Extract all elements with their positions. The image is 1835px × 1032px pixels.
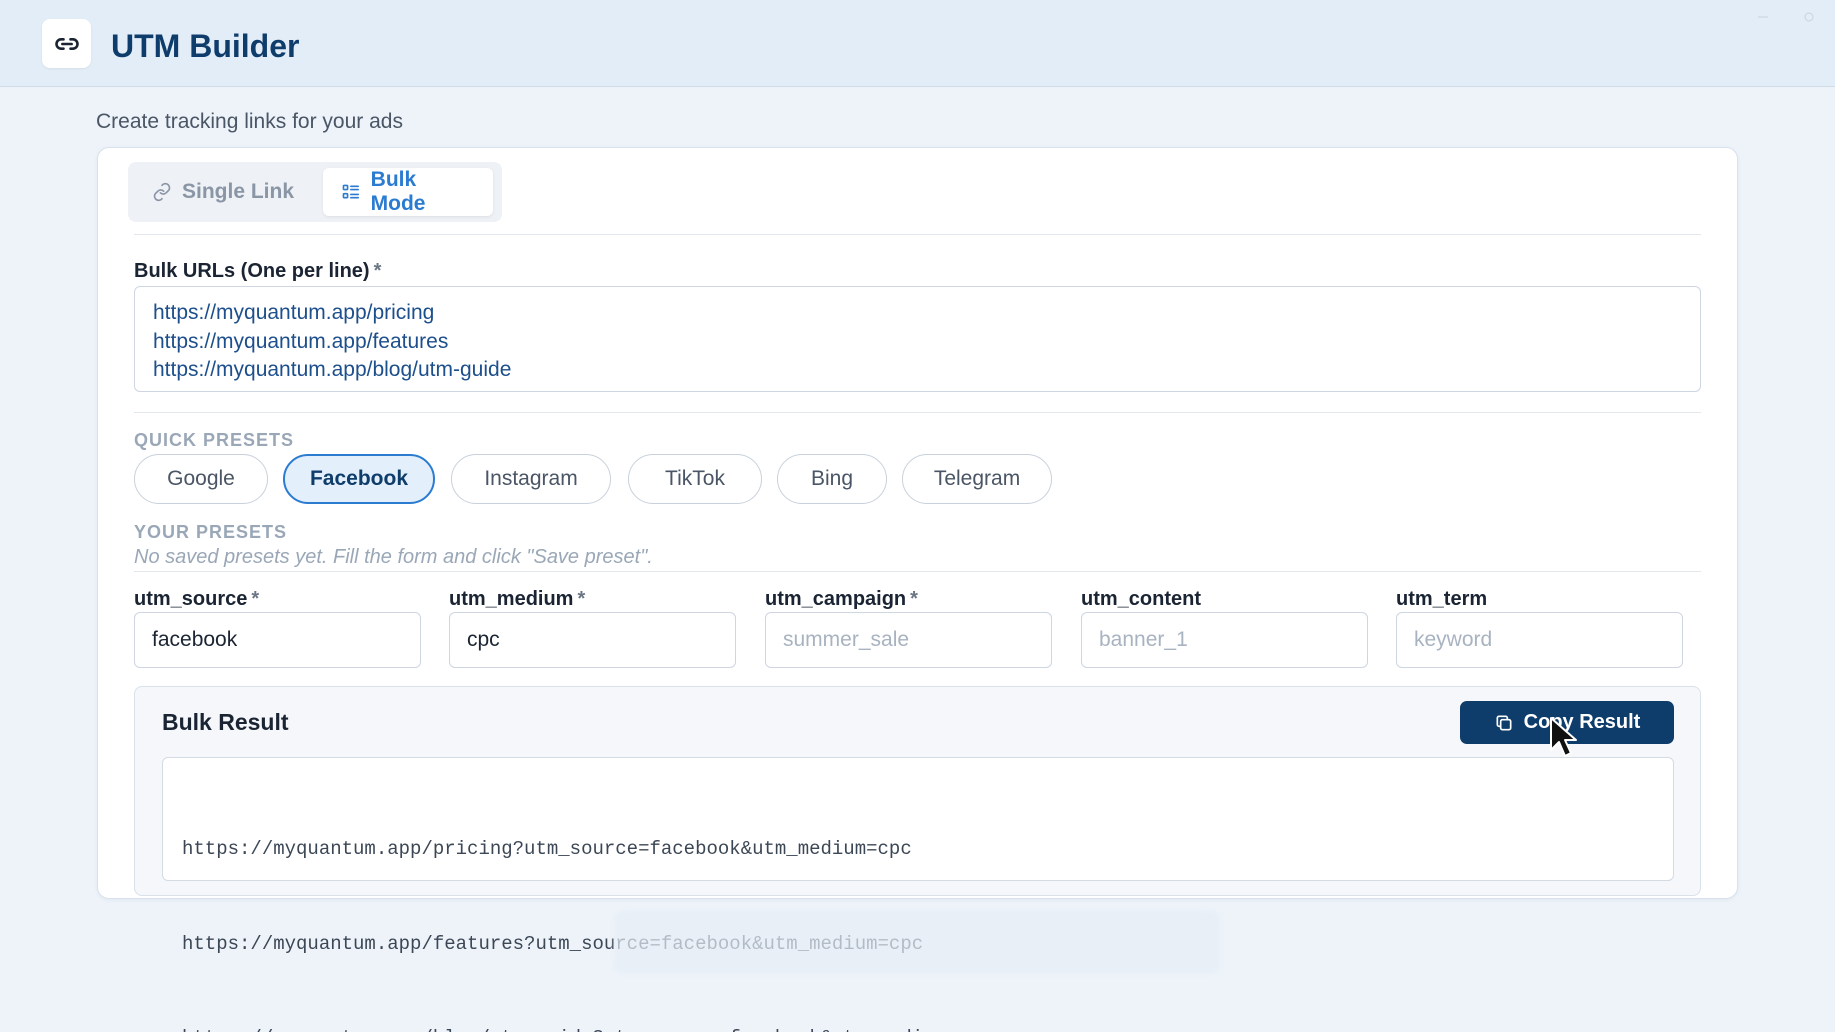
utm-campaign-label-text: utm_campaign bbox=[765, 588, 907, 610]
app-title: UTM Builder bbox=[111, 28, 300, 64]
divider bbox=[134, 234, 1701, 235]
page-subtitle: Create tracking links for your ads bbox=[96, 110, 403, 133]
url-line: https://myquantum.app/blog/utm-guide bbox=[153, 358, 512, 381]
required-mark: * bbox=[251, 588, 260, 610]
required-mark: * bbox=[373, 260, 382, 282]
list-icon bbox=[342, 184, 360, 199]
minimize-icon[interactable] bbox=[1756, 10, 1770, 24]
tab-label: Bulk Mode bbox=[370, 168, 426, 215]
mode-tabs: Single Link Bulk Mode bbox=[128, 162, 502, 222]
utm-source-input[interactable]: facebook bbox=[134, 612, 421, 668]
result-line: https://myquantum.app/blog/utm-guide?utm… bbox=[182, 1023, 1654, 1032]
utm-source-label-text: utm_source bbox=[134, 588, 248, 610]
utm-content-label: utm_content bbox=[1081, 588, 1201, 610]
tab-single-link[interactable]: Single Link bbox=[134, 168, 322, 216]
no-presets-hint: No saved presets yet. Fill the form and … bbox=[134, 546, 653, 568]
app-header: UTM Builder bbox=[0, 0, 1835, 87]
utm-medium-input[interactable]: cpc bbox=[449, 612, 736, 668]
required-mark: * bbox=[577, 588, 586, 610]
your-presets-heading: YOUR PRESETS bbox=[134, 522, 288, 542]
utm-campaign-input[interactable]: summer_sale bbox=[765, 612, 1052, 668]
utm-term-label: utm_term bbox=[1396, 588, 1488, 610]
copy-result-label: Copy Result bbox=[1523, 711, 1641, 733]
utm-builder-card: Single Link Bulk Mode Bulk URLs (One per… bbox=[97, 147, 1738, 1032]
preset-facebook[interactable]: Facebook bbox=[283, 454, 435, 504]
utm-campaign-label: utm_campaign * bbox=[765, 588, 918, 611]
copy-icon bbox=[1496, 715, 1512, 730]
mouse-cursor-icon bbox=[1550, 717, 1577, 757]
bulk-result-title: Bulk Result bbox=[162, 709, 289, 735]
close-icon[interactable] bbox=[1802, 10, 1816, 24]
preset-google[interactable]: Google bbox=[134, 454, 268, 504]
url-line: https://myquantum.app/features bbox=[153, 329, 449, 353]
bulk-urls-label: Bulk URLs (One per line) * bbox=[134, 260, 381, 283]
link-icon bbox=[153, 182, 171, 202]
bulk-urls-textarea[interactable]: https://myquantum.app/pricing https://my… bbox=[134, 286, 1701, 392]
preset-bing[interactable]: Bing bbox=[777, 454, 887, 504]
preset-instagram[interactable]: Instagram bbox=[451, 454, 611, 504]
utm-content-input[interactable]: banner_1 bbox=[1081, 612, 1368, 668]
utm-term-input[interactable]: keyword bbox=[1396, 612, 1683, 668]
bulk-result-panel: Bulk Result Copy Result https://myquantu… bbox=[134, 686, 1701, 1032]
preset-telegram[interactable]: Telegram bbox=[902, 454, 1052, 504]
tab-label: Single Link bbox=[182, 180, 295, 203]
utm-medium-label-text: utm_medium bbox=[449, 588, 574, 610]
required-mark: * bbox=[910, 588, 918, 610]
quick-presets-heading: QUICK PRESETS bbox=[134, 430, 295, 450]
divider bbox=[134, 571, 1701, 572]
url-line: https://myquantum.app/pricing bbox=[153, 301, 435, 324]
link-icon bbox=[42, 19, 91, 68]
utm-source-label: utm_source * bbox=[134, 588, 259, 611]
bulk-urls-label-text: Bulk URLs (One per line) bbox=[134, 260, 370, 282]
divider bbox=[134, 412, 1701, 413]
bulk-result-output[interactable]: https://myquantum.app/pricing?utm_source… bbox=[162, 757, 1674, 1032]
utm-medium-label: utm_medium * bbox=[449, 588, 585, 611]
faded-background-button bbox=[614, 910, 1220, 974]
preset-tiktok[interactable]: TikTok bbox=[628, 454, 762, 504]
tab-bulk-mode[interactable]: Bulk Mode bbox=[323, 168, 493, 216]
result-line: https://myquantum.app/pricing?utm_source… bbox=[182, 838, 912, 860]
